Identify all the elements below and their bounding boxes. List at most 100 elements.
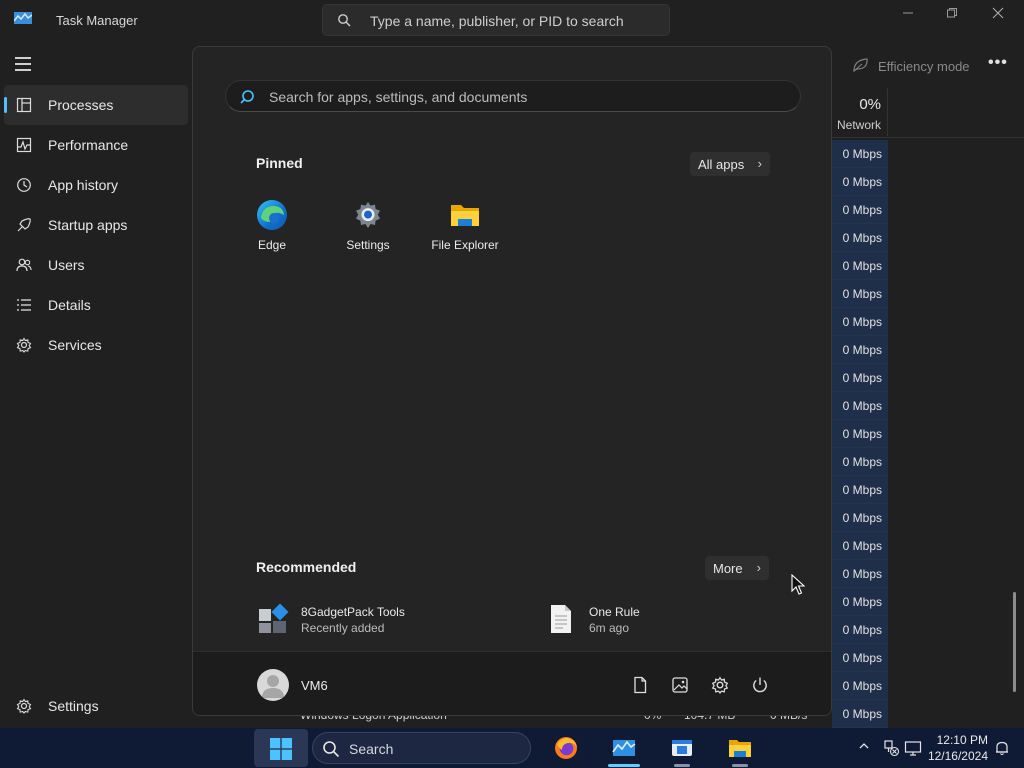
network-cell: 0 Mbps: [832, 476, 888, 504]
sidebar-item-users[interactable]: Users: [0, 245, 192, 285]
pinned-app-label: File Explorer: [431, 238, 499, 252]
processes-icon: [16, 97, 32, 113]
sidebar-item-processes[interactable]: Processes: [4, 85, 188, 125]
user-name[interactable]: VM6: [301, 678, 328, 693]
maximize-button[interactable]: [938, 6, 966, 24]
monitor-icon[interactable]: [904, 739, 922, 757]
taskbar: Search 12:10 PM 12/16/2024: [0, 728, 1024, 768]
network-cell: 0 Mbps: [832, 364, 888, 392]
taskbar-app-store[interactable]: [662, 729, 702, 767]
search-icon: [338, 14, 351, 27]
store-icon: [672, 740, 692, 756]
start-button[interactable]: [254, 729, 308, 767]
minimize-icon: [903, 12, 913, 14]
sidebar-item-settings[interactable]: Settings: [0, 686, 192, 726]
more-button[interactable]: More ›: [705, 556, 769, 580]
sidebar-item-services[interactable]: Services: [0, 325, 192, 365]
network-cell: 0 Mbps: [832, 168, 888, 196]
pinned-app-settings[interactable]: Settings: [320, 197, 416, 259]
network-cell: 0 Mbps: [832, 616, 888, 644]
start-menu: Search for apps, settings, and documents…: [192, 46, 832, 716]
documents-icon[interactable]: [631, 676, 649, 694]
network-cell: 0 Mbps: [832, 532, 888, 560]
performance-icon: [16, 137, 32, 153]
network-cell: 0 Mbps: [832, 308, 888, 336]
network-cell: 0 Mbps: [832, 252, 888, 280]
edge-icon: [257, 200, 287, 230]
start-search-input[interactable]: Search for apps, settings, and documents: [225, 80, 801, 112]
more-options-icon[interactable]: •••: [988, 54, 1008, 72]
task-manager-icon: [612, 740, 636, 756]
system-clock[interactable]: 12:10 PM 12/16/2024: [926, 732, 988, 764]
network-label: Network: [836, 118, 881, 132]
power-icon[interactable]: [751, 676, 769, 694]
mouse-cursor-icon: [791, 574, 805, 595]
details-icon: [17, 299, 31, 311]
close-button[interactable]: [984, 6, 1012, 24]
folder-icon: [451, 205, 479, 226]
firefox-icon: [555, 737, 577, 759]
network-cell: 0 Mbps: [832, 504, 888, 532]
network-cell: 0 Mbps: [832, 448, 888, 476]
sidebar-item-app-history[interactable]: App history: [0, 165, 192, 205]
taskbar-app-firefox[interactable]: [546, 729, 586, 767]
scrollbar-thumb[interactable]: [1013, 592, 1016, 692]
settings-label: Settings: [48, 698, 99, 714]
all-apps-button[interactable]: All apps ›: [690, 152, 770, 176]
network-cell: 0 Mbps: [832, 336, 888, 364]
all-apps-label: All apps: [698, 157, 745, 172]
start-search-placeholder: Search for apps, settings, and documents: [269, 89, 528, 105]
clock-time: 12:10 PM: [936, 733, 988, 747]
sidebar-item-label: Users: [48, 257, 85, 273]
pinned-app-edge[interactable]: Edge: [224, 197, 320, 259]
notification-bell-icon[interactable]: [994, 740, 1010, 756]
taskbar-search[interactable]: Search: [312, 732, 531, 764]
pinned-app-file-explorer[interactable]: File Explorer: [417, 197, 513, 259]
network-disconnected-icon[interactable]: [882, 739, 900, 757]
taskbar-app-file-explorer[interactable]: [720, 729, 760, 767]
running-indicator: [732, 764, 748, 767]
pinned-heading: Pinned: [256, 155, 303, 171]
clock-date: 12/16/2024: [927, 749, 988, 763]
chevron-up-icon[interactable]: [858, 740, 870, 752]
chevron-right-icon: ›: [757, 156, 762, 171]
network-cell: 0 Mbps: [832, 672, 888, 700]
services-icon: [16, 337, 32, 353]
start-footer: VM6: [193, 651, 831, 715]
sidebar-item-label: Services: [48, 337, 102, 353]
recommended-title: 8GadgetPack Tools: [301, 605, 405, 619]
file-explorer-icon: [729, 740, 751, 757]
sidebar-nav: Processes Performance App history Startu…: [0, 85, 192, 365]
sidebar-item-details[interactable]: Details: [0, 285, 192, 325]
task-manager-logo-icon: [14, 12, 32, 24]
sidebar-item-startup-apps[interactable]: Startup apps: [0, 205, 192, 245]
pictures-icon[interactable]: [671, 676, 689, 694]
hamburger-menu-icon[interactable]: [15, 57, 33, 71]
gear-icon: [16, 698, 32, 714]
avatar[interactable]: [257, 669, 289, 701]
network-column-header[interactable]: 0% Network: [832, 88, 888, 136]
network-cell: 0 Mbps: [832, 420, 888, 448]
pinned-app-label: Settings: [346, 238, 390, 252]
process-search-input[interactable]: Type a name, publisher, or PID to search: [322, 4, 670, 36]
search-icon: [240, 90, 254, 104]
sidebar-item-label: Processes: [48, 97, 114, 113]
network-cell: 0 Mbps: [832, 224, 888, 252]
running-indicator: [608, 764, 640, 767]
taskbar-app-task-manager[interactable]: [604, 729, 644, 767]
network-cell: 0 Mbps: [832, 644, 888, 672]
recommended-item-one-rule[interactable]: One Rule 6m ago: [545, 601, 785, 641]
app-history-icon: [17, 178, 31, 192]
users-icon: [16, 258, 32, 272]
document-icon: [551, 605, 571, 633]
sidebar-item-label: Performance: [48, 137, 129, 153]
minimize-button[interactable]: [894, 6, 922, 24]
more-label: More: [713, 561, 743, 576]
sidebar-item-performance[interactable]: Performance: [0, 125, 192, 165]
recommended-item-gadgetpack[interactable]: 8GadgetPack Tools Recently added: [257, 601, 497, 641]
search-icon: [323, 741, 340, 758]
startup-icon: [17, 218, 31, 232]
sidebar-item-label: Details: [48, 297, 91, 313]
recommended-heading: Recommended: [256, 559, 357, 575]
gear-icon[interactable]: [711, 676, 729, 694]
